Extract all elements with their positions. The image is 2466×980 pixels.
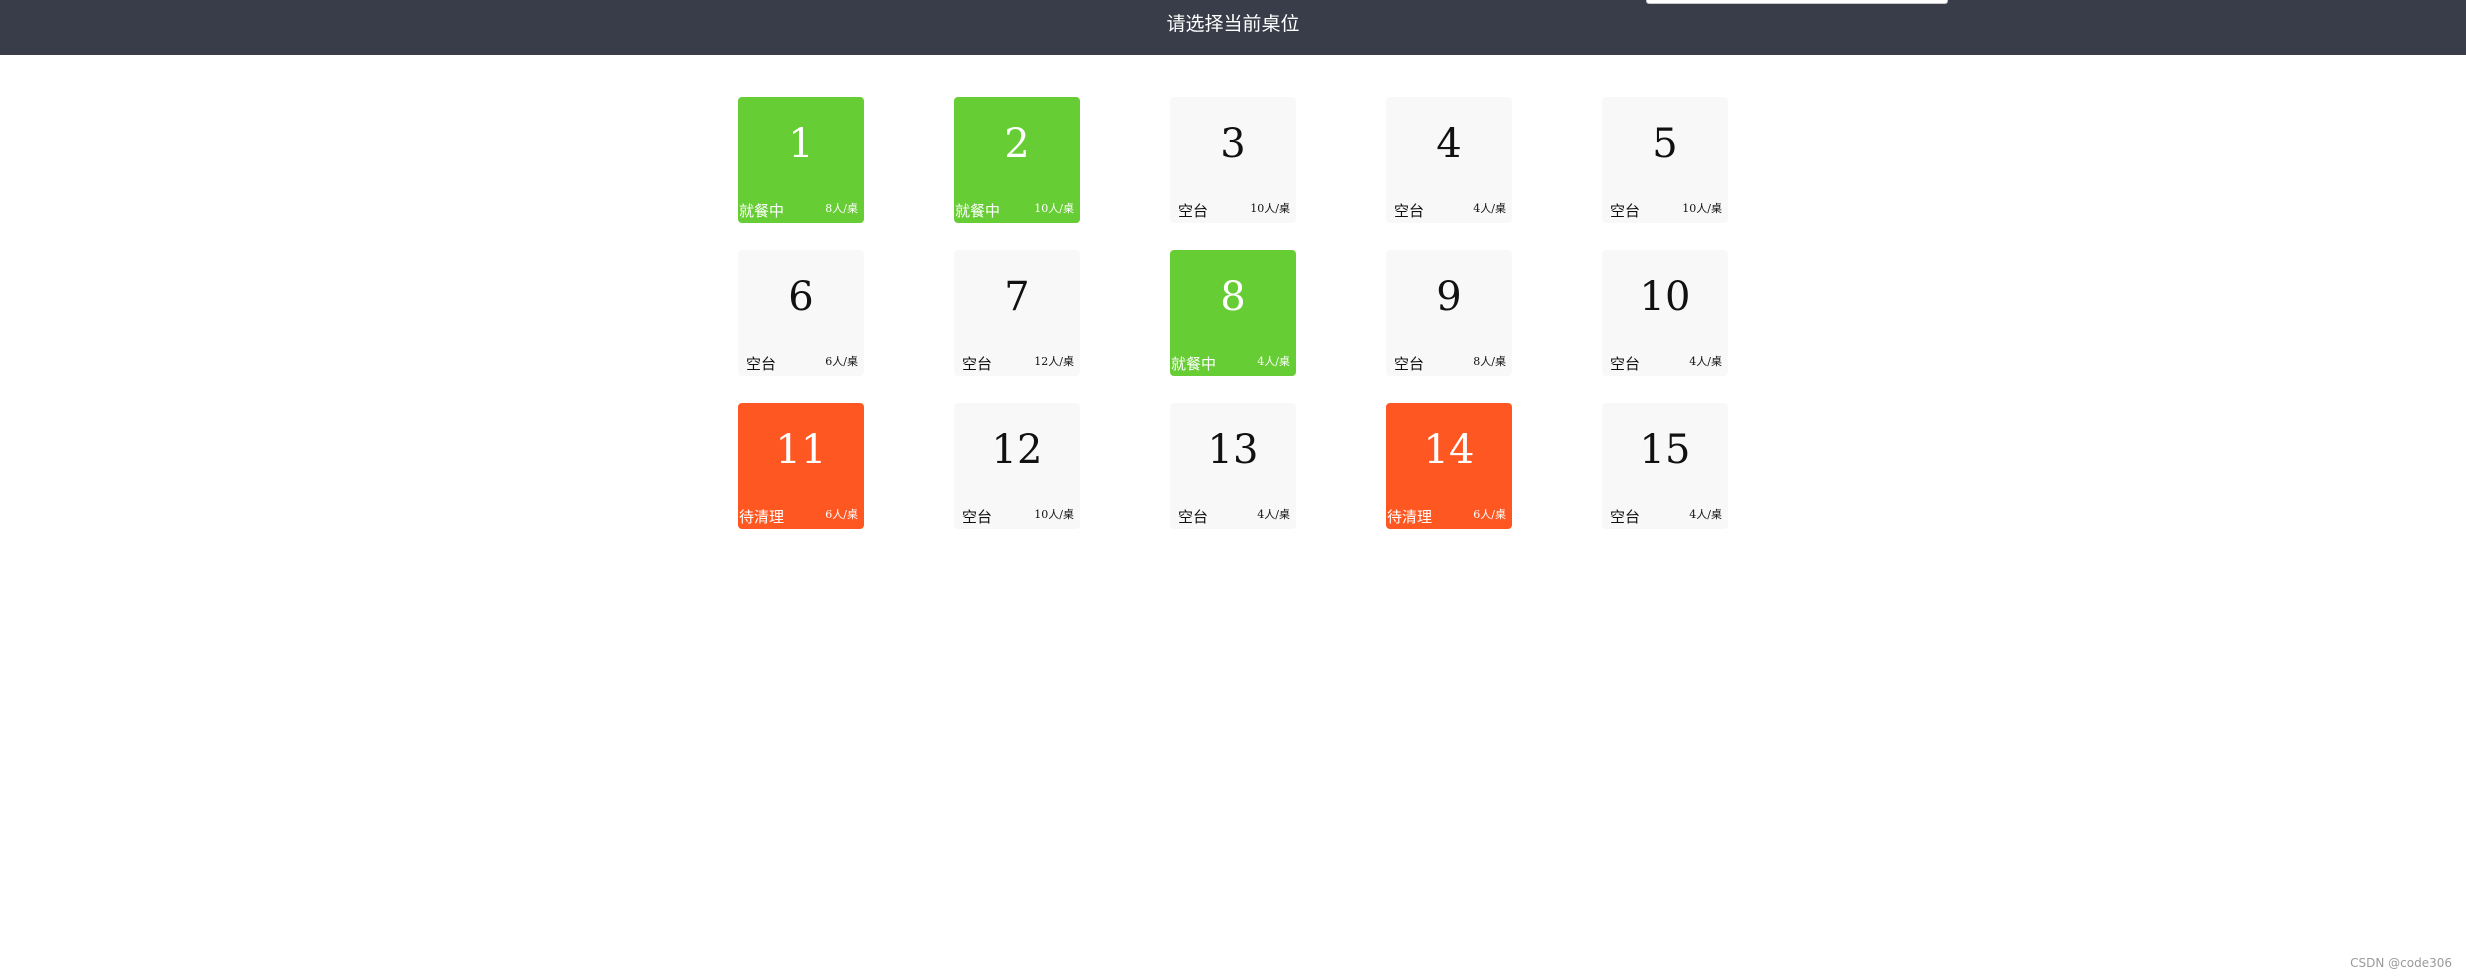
table-status: 空台: [1610, 202, 1641, 220]
table-number: 15: [1639, 427, 1691, 473]
table-status: 空台: [1610, 355, 1641, 373]
table-status: 空台: [962, 508, 993, 526]
table-status: 空台: [1394, 355, 1425, 373]
table-capacity: 6人/桌: [1473, 508, 1506, 521]
table-status: 空台: [1178, 508, 1209, 526]
table-status: 待清理: [739, 508, 785, 526]
table-capacity: 4人/桌: [1473, 202, 1506, 215]
table-capacity: 8人/桌: [825, 202, 858, 215]
table-status: 就餐中: [739, 202, 785, 220]
table-status: 待清理: [1387, 508, 1433, 526]
table-card[interactable]: 7 空台 12人/桌: [954, 250, 1080, 376]
table-capacity: 10人/桌: [1682, 202, 1722, 215]
table-capacity: 6人/桌: [825, 355, 858, 368]
table-number: 5: [1652, 121, 1678, 167]
table-number: 11: [775, 427, 827, 473]
table-capacity: 10人/桌: [1250, 202, 1290, 215]
table-capacity: 10人/桌: [1034, 508, 1074, 521]
table-number: 1: [788, 121, 814, 167]
table-card[interactable]: 15 空台 4人/桌: [1602, 403, 1728, 529]
top-header: 请选择当前桌位: [0, 0, 2466, 55]
table-card[interactable]: 5 空台 10人/桌: [1602, 97, 1728, 223]
table-status: 空台: [1178, 202, 1209, 220]
table-card[interactable]: 13 空台 4人/桌: [1170, 403, 1296, 529]
table-number: 12: [991, 427, 1043, 473]
table-capacity: 4人/桌: [1689, 355, 1722, 368]
table-card[interactable]: 2 就餐中 10人/桌: [954, 97, 1080, 223]
search-input[interactable]: [1646, 0, 1948, 4]
table-card[interactable]: 4 空台 4人/桌: [1386, 97, 1512, 223]
table-card[interactable]: 3 空台 10人/桌: [1170, 97, 1296, 223]
table-number: 14: [1423, 427, 1475, 473]
table-number: 9: [1436, 274, 1462, 320]
table-number: 2: [1004, 121, 1030, 167]
table-status: 就餐中: [1171, 355, 1217, 373]
table-status: 空台: [962, 355, 993, 373]
watermark: CSDN @code306: [2350, 956, 2452, 970]
table-capacity: 4人/桌: [1257, 508, 1290, 521]
table-status: 就餐中: [955, 202, 1001, 220]
table-card[interactable]: 12 空台 10人/桌: [954, 403, 1080, 529]
table-card[interactable]: 6 空台 6人/桌: [738, 250, 864, 376]
table-number: 8: [1220, 274, 1246, 320]
table-status: 空台: [1394, 202, 1425, 220]
table-card[interactable]: 1 就餐中 8人/桌: [738, 97, 864, 223]
table-number: 6: [788, 274, 814, 320]
table-status: 空台: [746, 355, 777, 373]
table-capacity: 10人/桌: [1034, 202, 1074, 215]
table-card[interactable]: 10 空台 4人/桌: [1602, 250, 1728, 376]
table-card[interactable]: 9 空台 8人/桌: [1386, 250, 1512, 376]
table-card[interactable]: 14 待清理 6人/桌: [1386, 403, 1512, 529]
table-capacity: 4人/桌: [1257, 355, 1290, 368]
table-capacity: 8人/桌: [1473, 355, 1506, 368]
table-number: 7: [1004, 274, 1030, 320]
table-number: 13: [1207, 427, 1259, 473]
table-card[interactable]: 11 待清理 6人/桌: [738, 403, 864, 529]
table-status: 空台: [1610, 508, 1641, 526]
page-title: 请选择当前桌位: [1166, 13, 1300, 35]
table-number: 4: [1436, 121, 1462, 167]
table-number: 3: [1220, 121, 1246, 167]
table-capacity: 4人/桌: [1689, 508, 1722, 521]
table-card[interactable]: 8 就餐中 4人/桌: [1170, 250, 1296, 376]
table-grid: 1 就餐中 8人/桌 2 就餐中 10人/桌 3 空台 10人/桌 4 空台 4…: [738, 97, 1728, 529]
table-capacity: 6人/桌: [825, 508, 858, 521]
table-capacity: 12人/桌: [1034, 355, 1074, 368]
table-number: 10: [1639, 274, 1691, 320]
